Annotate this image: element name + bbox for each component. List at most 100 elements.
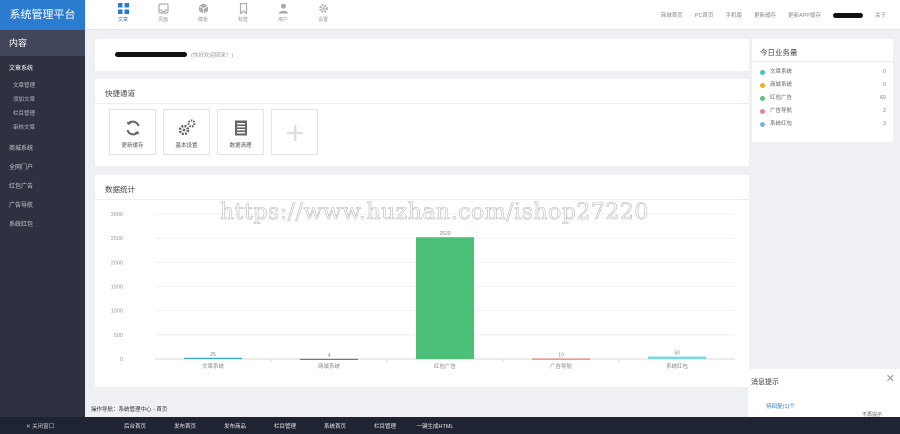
quick-item-basic-settings[interactable]: 基本设置 [163,109,210,155]
message-popup: 消息提示 ✕ 待回复(1)个 不再提示 [748,369,900,418]
bookmark-icon [239,3,247,14]
status-dot [760,96,765,101]
breadcrumb: 操作导航：系统管理中心 - 首页 [91,407,168,413]
bottom-item-admin-home[interactable]: 后台首页 [110,422,160,430]
inbox-icon [157,3,169,14]
topnav-label: 模板 [197,17,208,23]
today-item-count: 60 [879,95,886,101]
welcome-text: (你好欢迎回来！) [191,53,234,59]
y-tick-label: 1000 [111,309,123,315]
sidebar-item-article-system[interactable]: 文章系统 [0,60,85,79]
link-shop-home[interactable]: 商城首页 [661,11,683,19]
bottom-item-publish-home[interactable]: 发布首页 [160,422,210,430]
topnav-item-settings[interactable]: 设置 [303,2,343,23]
topnav-item-user[interactable]: 用户 [263,2,303,23]
quick-item-label: 基本设置 [175,143,198,149]
topnav-label: 文章 [117,17,128,23]
quick-item-update-cache[interactable]: 更新缓存 [109,109,156,155]
bar-value-label: 50 [674,351,680,357]
topnav-label: 标签 [237,17,248,23]
gears-icon [178,119,195,136]
sidebar-item-portal[interactable]: 全网门户 [0,159,85,178]
divider [752,61,893,62]
welcome-card: (你好欢迎回来！) [95,39,749,71]
link-update-cache[interactable]: 更新缓存 [754,11,776,19]
topnav-label: 页面 [157,17,168,23]
top-links: 商城首页 PC首页 手机版 更新缓存 更新APP缓存 关于 [661,11,886,19]
status-dot [760,109,765,114]
x-tick-label: 文章系统 [202,362,225,370]
refresh-icon [126,120,139,136]
topnav-label: 用户 [277,17,288,23]
bottom-item-generate-html[interactable]: 一键生成HTML [410,422,460,430]
today-item: 广告导航 2 [760,105,886,118]
x-tick-label: 系统红包 [666,362,689,370]
quick-access-items: 更新缓存 基本设置 数据清理 [109,109,318,155]
x-tick-label: 广告导航 [550,362,573,370]
topnav-item-tag[interactable]: 标签 [223,2,263,23]
message-pending-link[interactable]: 待回复(1)个 [766,402,795,410]
close-window-button[interactable]: ✕ 关闭窗口 [26,422,54,430]
divider [95,103,749,104]
link-about[interactable]: 关于 [875,11,886,19]
quick-item-label: 数据清理 [229,143,252,149]
bottom-item-column-manage[interactable]: 栏目管理 [260,422,310,430]
bottom-item-system-home[interactable]: 系统首页 [310,422,360,430]
y-tick-label: 500 [114,333,123,339]
status-dot [760,83,765,88]
gear-icon [318,4,328,13]
quick-item-add[interactable] [271,109,318,155]
today-title: 今日业务量 [760,48,798,57]
top-bar: 系统管理平台 文章 页面 模板 标签 用户 设置 商城首页 PC首页 手机版 更… [0,0,900,30]
message-title: 消息提示 [751,379,779,386]
quick-item-data-cleanup[interactable]: 数据清理 [217,109,264,155]
sidebar-item-ad-nav[interactable]: 广告导航 [0,197,85,216]
sidebar-subitem-review-article[interactable]: 审核文章 [0,121,85,135]
chart-bar [300,358,358,361]
bar-value-label: 2520 [439,231,450,237]
topnav-item-page[interactable]: 页面 [143,2,183,23]
bottom-bar: ✕ 关闭窗口 后台首页 发布首页 发布商品 栏目管理 系统首页 栏目管理 一键生… [0,417,900,434]
sidebar-subitem-add-article[interactable]: 添加文章 [0,93,85,107]
today-item: 系统红包 3 [760,118,886,131]
x-tick-label: 红包广告 [434,362,457,370]
topnav-label: 设置 [317,17,328,23]
today-business-card: 今日业务量 文章系统 0 商城系统 0 红包广告 60 广告导航 2 系统红包 3 [752,39,893,142]
link-update-app-cache[interactable]: 更新APP缓存 [788,11,821,19]
today-item-count: 2 [882,108,886,114]
sidebar-subitem-article-manage[interactable]: 文章管理 [0,79,85,93]
chart-bar [648,356,706,359]
status-dot [760,70,765,75]
sidebar-item-system-redpacket[interactable]: 系统红包 [0,216,85,235]
close-icon[interactable]: ✕ [886,372,895,385]
sidebar-subitem-column-manage[interactable]: 栏目管理 [0,107,85,121]
bar-value-label: 10 [558,353,564,359]
link-mobile[interactable]: 手机版 [725,11,742,19]
bottom-item-column-manage-2[interactable]: 栏目管理 [360,422,410,430]
today-list: 文章系统 0 商城系统 0 红包广告 60 广告导航 2 系统红包 3 [760,66,886,131]
sidebar-menu: 文章系统 文章管理 添加文章 栏目管理 审核文章 商城系统 全网门户 红包广告 … [0,60,85,235]
y-tick-label: 3000 [111,212,123,218]
bar-value-label: 4 [328,353,331,359]
user-icon [278,3,288,14]
quick-access-title: 快捷通道 [105,89,135,98]
close-window-label: 关闭窗口 [32,424,55,430]
chart-bar [184,357,242,359]
y-tick-label: 2500 [111,236,123,242]
chart-bar [416,237,474,359]
today-item: 商城系统 0 [760,79,886,92]
sidebar-title: 内容 [0,30,85,56]
document-icon [234,120,247,136]
sidebar: 内容 文章系统 文章管理 添加文章 栏目管理 审核文章 商城系统 全网门户 红包… [0,30,85,434]
redacted-username [832,12,863,18]
bottom-item-publish-product[interactable]: 发布商品 [210,422,260,430]
topnav-item-template[interactable]: 模板 [183,2,223,23]
topnav-item-article[interactable]: 文章 [103,2,143,23]
sidebar-item-redpacket-ads[interactable]: 红包广告 [0,178,85,197]
today-item-count: 0 [882,82,886,88]
sidebar-item-shop-system[interactable]: 商城系统 [0,140,85,159]
grid-icon [117,3,129,14]
today-item-label: 商城系统 [770,82,793,88]
quick-item-label: 更新缓存 [121,143,144,149]
link-pc-home[interactable]: PC首页 [695,11,714,19]
